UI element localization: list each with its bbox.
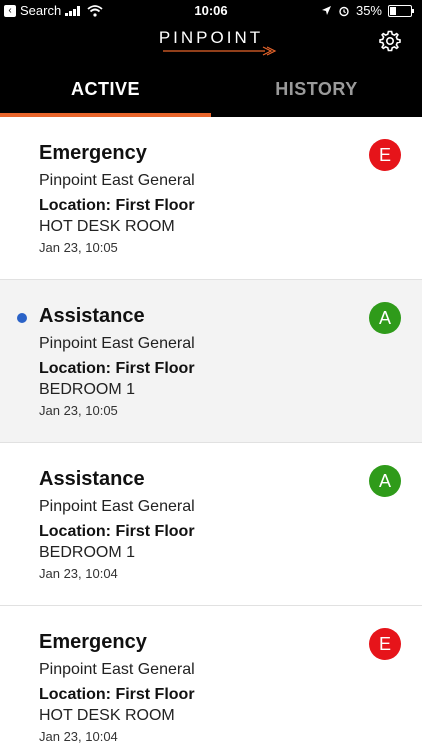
alert-time: Jan 23, 10:05 — [39, 240, 118, 255]
alert-title: Assistance — [39, 305, 145, 327]
tab-bar: ACTIVE HISTORY — [0, 62, 422, 117]
settings-gear-icon[interactable] — [378, 29, 402, 53]
alert-time: Jan 23, 10:05 — [39, 403, 118, 418]
alert-item[interactable]: Emergency Pinpoint East General Location… — [0, 606, 422, 750]
alert-type-badge: E — [369, 628, 401, 660]
alert-facility: Pinpoint East General — [39, 172, 195, 189]
alert-item[interactable]: Assistance Pinpoint East General Locatio… — [0, 443, 422, 606]
alert-list: Emergency Pinpoint East General Location… — [0, 117, 422, 750]
alert-facility: Pinpoint East General — [39, 335, 195, 352]
alert-location: Location: First Floor — [39, 360, 195, 377]
alert-item[interactable]: Emergency Pinpoint East General Location… — [0, 117, 422, 280]
status-bar: ‹ Search 10:06 35% — [0, 0, 422, 22]
alert-room: BEDROOM 1 — [39, 544, 136, 561]
tab-history[interactable]: HISTORY — [211, 62, 422, 117]
alert-location: Location: First Floor — [39, 197, 195, 214]
alert-location: Location: First Floor — [39, 686, 195, 703]
alert-title: Assistance — [39, 468, 145, 490]
alert-room: HOT DESK ROOM — [39, 218, 175, 235]
tab-active[interactable]: ACTIVE — [0, 62, 211, 117]
logo-arrow-icon — [163, 46, 277, 56]
alert-room: HOT DESK ROOM — [39, 707, 175, 724]
alert-location: Location: First Floor — [39, 523, 195, 540]
battery-percent: 35% — [355, 3, 382, 18]
app-logo: PINPOINT — [158, 28, 264, 47]
alarm-icon — [339, 6, 349, 16]
app-screen: ‹ Search 10:06 35% PINPOINT ACTIVE HISTO… — [0, 0, 422, 750]
alert-time: Jan 23, 10:04 — [39, 729, 118, 744]
alert-type-badge: A — [369, 465, 401, 497]
alert-facility: Pinpoint East General — [39, 661, 195, 678]
alert-type-badge: A — [369, 302, 401, 334]
logo-row: PINPOINT — [0, 22, 422, 62]
alert-room: BEDROOM 1 — [39, 381, 136, 398]
alert-title: Emergency — [39, 631, 147, 653]
status-indicators: 35% — [321, 3, 414, 18]
alert-facility: Pinpoint East General — [39, 498, 195, 515]
unread-dot-icon — [17, 313, 27, 323]
battery-fill — [390, 6, 397, 15]
alert-time: Jan 23, 10:04 — [39, 566, 118, 581]
app-header: ‹ Search 10:06 35% PINPOINT ACTIVE HISTO… — [0, 0, 422, 117]
alert-type-badge: E — [369, 139, 401, 171]
alert-item[interactable]: Assistance Pinpoint East General Locatio… — [0, 280, 422, 443]
battery-icon — [388, 4, 414, 17]
alert-title: Emergency — [39, 142, 147, 164]
location-arrow-icon — [321, 6, 331, 15]
